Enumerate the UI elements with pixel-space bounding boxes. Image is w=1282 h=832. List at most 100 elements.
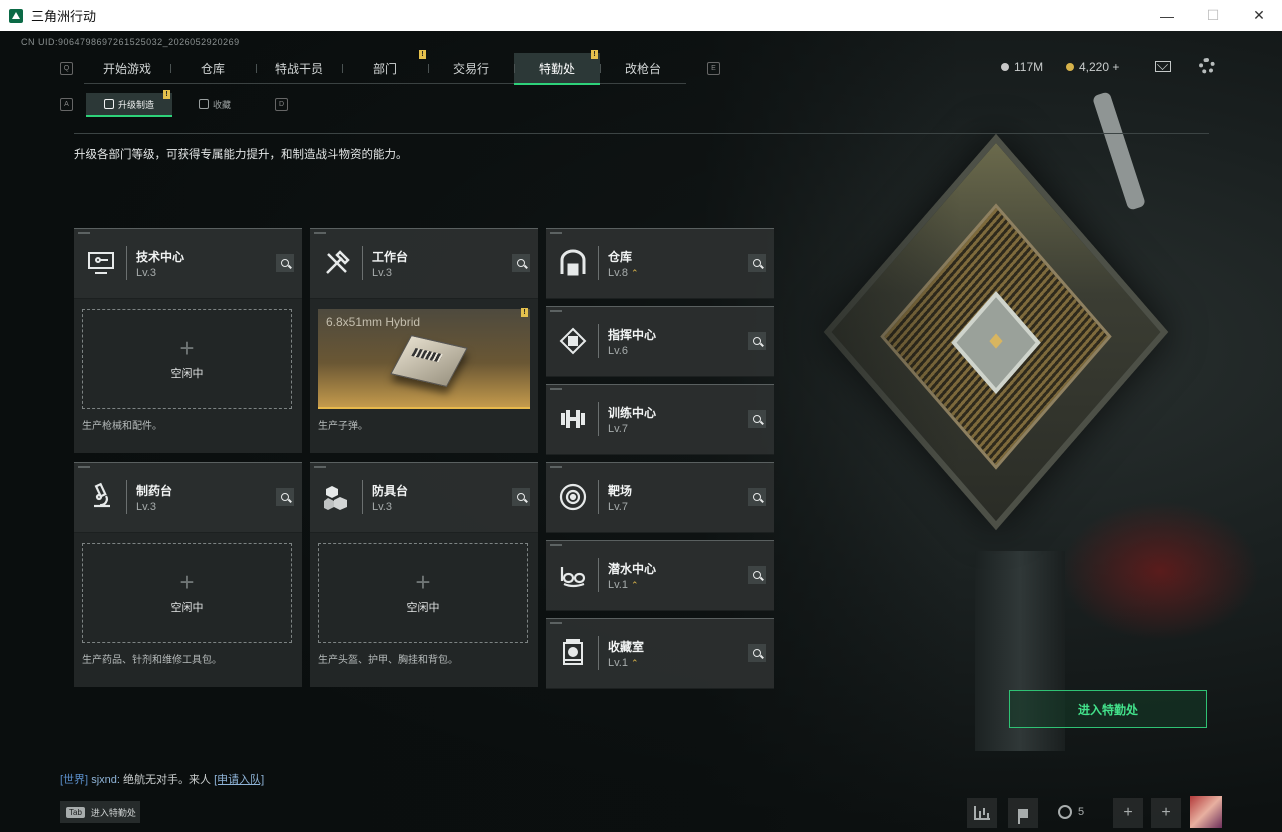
- search-detail-button[interactable]: [512, 488, 530, 506]
- nav-tab-label: 特战干员: [274, 61, 323, 76]
- search-icon: [753, 415, 761, 423]
- friends-icon: [1058, 805, 1072, 819]
- target-icon: [557, 481, 589, 513]
- add-slot-button-2[interactable]: +: [1151, 798, 1181, 828]
- nav-tab-2[interactable]: 特战干员: [256, 53, 342, 83]
- search-icon: [753, 493, 761, 501]
- idle-slot[interactable]: + 空闲中: [318, 543, 528, 643]
- nav-tab-label: 特勤处: [538, 61, 575, 76]
- notification-badge: !: [591, 50, 598, 59]
- department-level: Lv.6: [608, 345, 628, 357]
- gear-icon[interactable]: [1199, 58, 1215, 74]
- search-detail-button[interactable]: [276, 488, 294, 506]
- nav-tab-3[interactable]: 部门!: [342, 50, 428, 83]
- player-uid: CN UID:9064798697261525032_2026052920269: [21, 37, 240, 47]
- avatar[interactable]: [1190, 796, 1222, 828]
- flag-button[interactable]: [1008, 798, 1038, 828]
- plus-icon: +: [415, 567, 431, 597]
- nav-tab-label: 改枪台: [624, 61, 661, 76]
- subtab-0[interactable]: 升级制造!: [86, 90, 172, 117]
- department-card[interactable]: 指挥中心 Lv.6: [546, 306, 774, 377]
- idle-slot[interactable]: + 空闲中: [82, 543, 292, 643]
- department-name: 潜水中心: [608, 562, 657, 576]
- department-name: 技术中心: [136, 250, 185, 264]
- idle-status: 空闲中: [170, 602, 204, 614]
- silver-amount: 117M: [1014, 60, 1044, 74]
- department-level: Lv.3: [372, 267, 392, 279]
- ammo-box-image: [390, 334, 468, 388]
- department-name: 靶场: [608, 484, 633, 498]
- silver-coin-icon: [1001, 63, 1009, 71]
- nav-tab-6[interactable]: 改枪台: [600, 53, 686, 83]
- close-button[interactable]: ✕: [1236, 0, 1282, 31]
- game-scene: CN UID:9064798697261525032_2026052920269…: [0, 31, 1282, 832]
- department-level: Lv.7: [608, 501, 628, 513]
- department-card[interactable]: 训练中心 Lv.7: [546, 384, 774, 455]
- department-card[interactable]: 潜水中心 Lv.1 ⌃: [546, 540, 774, 611]
- search-icon: [281, 493, 289, 501]
- search-detail-button[interactable]: [748, 410, 766, 428]
- search-icon: [753, 259, 761, 267]
- nav-tab-1[interactable]: 仓库: [170, 53, 256, 83]
- department-level: Lv.1 ⌃: [608, 579, 639, 591]
- notification-badge: !: [163, 90, 170, 99]
- nav-tab-5[interactable]: 特勤处!: [514, 50, 600, 85]
- chat-sender[interactable]: sjxnd:: [91, 774, 120, 786]
- department-card[interactable]: 靶场 Lv.7: [546, 462, 774, 533]
- workbench-card[interactable]: 技术中心 Lv.3 + 空闲中 生产枪械和配件。: [74, 228, 302, 453]
- nav-tab-label: 开始游戏: [102, 61, 151, 76]
- department-level: Lv.3: [136, 501, 156, 513]
- department-card[interactable]: 收藏室 Lv.1 ⌃: [546, 618, 774, 689]
- search-detail-button[interactable]: [748, 254, 766, 272]
- collection-icon: [198, 99, 209, 109]
- minimize-button[interactable]: —: [1144, 0, 1190, 31]
- production-item[interactable]: 6.8x51mm Hybrid!: [318, 308, 530, 409]
- workbench-card[interactable]: 工作台 Lv.3 6.8x51mm Hybrid! 生产子弹。: [310, 228, 538, 453]
- idle-status: 空闲中: [406, 602, 440, 614]
- department-name: 制药台: [136, 484, 173, 498]
- join-team-link[interactable]: [申请入队]: [214, 774, 264, 786]
- subtab-label: 升级制造: [117, 99, 154, 110]
- enter-special-ops-button[interactable]: 进入特勤处: [1009, 690, 1207, 728]
- subtab-1[interactable]: 收藏: [172, 93, 258, 115]
- nav-tab-label: 仓库: [200, 61, 225, 76]
- bar-chart-icon: [974, 806, 990, 820]
- search-icon: [517, 493, 525, 501]
- maximize-button[interactable]: ☐: [1190, 0, 1236, 31]
- search-detail-button[interactable]: [748, 644, 766, 662]
- search-detail-button[interactable]: [748, 332, 766, 350]
- notification-badge: !: [521, 308, 528, 317]
- upgrade-available-icon: ⌃: [630, 268, 639, 278]
- mail-icon[interactable]: [1155, 61, 1171, 72]
- department-name: 仓库: [608, 250, 633, 264]
- gold-coin-icon: [1066, 63, 1074, 71]
- nav-tab-4[interactable]: 交易行: [428, 53, 514, 83]
- search-detail-button[interactable]: [748, 488, 766, 506]
- tab-hint-label: 进入特勤处: [90, 807, 136, 818]
- goggles-icon: [557, 559, 589, 591]
- idle-slot[interactable]: + 空闲中: [82, 309, 292, 409]
- nav-tab-0[interactable]: 开始游戏: [84, 53, 170, 83]
- friends-button[interactable]: 5: [1058, 805, 1084, 819]
- department-name: 训练中心: [608, 406, 657, 420]
- search-detail-button[interactable]: [276, 254, 294, 272]
- search-detail-button[interactable]: [748, 566, 766, 584]
- add-slot-button-1[interactable]: +: [1113, 798, 1143, 828]
- stats-button[interactable]: [967, 798, 997, 828]
- silver-currency: 117M: [1001, 60, 1043, 74]
- gold-currency[interactable]: 4,220 +: [1066, 60, 1119, 74]
- search-detail-button[interactable]: [512, 254, 530, 272]
- department-name: 收藏室: [608, 640, 645, 654]
- plus-icon: +: [179, 567, 195, 597]
- computer-icon: [85, 247, 117, 279]
- workbench-card[interactable]: 防具台 Lv.3 + 空闲中 生产头盔、护甲、胸挂和背包。: [310, 462, 538, 687]
- department-name: 指挥中心: [608, 328, 657, 342]
- idle-status: 空闲中: [170, 368, 204, 380]
- department-card[interactable]: 仓库 Lv.8 ⌃: [546, 228, 774, 299]
- workbench-card[interactable]: 制药台 Lv.3 + 空闲中 生产药品、针剂和维修工具包。: [74, 462, 302, 687]
- subtab-prev-key-hint: A: [60, 98, 73, 111]
- chat-text: 绝航无对手。来人: [123, 774, 211, 786]
- tab-hint[interactable]: Tab 进入特勤处: [60, 801, 140, 823]
- chip-icon: [557, 325, 589, 357]
- tools-icon: [321, 247, 353, 279]
